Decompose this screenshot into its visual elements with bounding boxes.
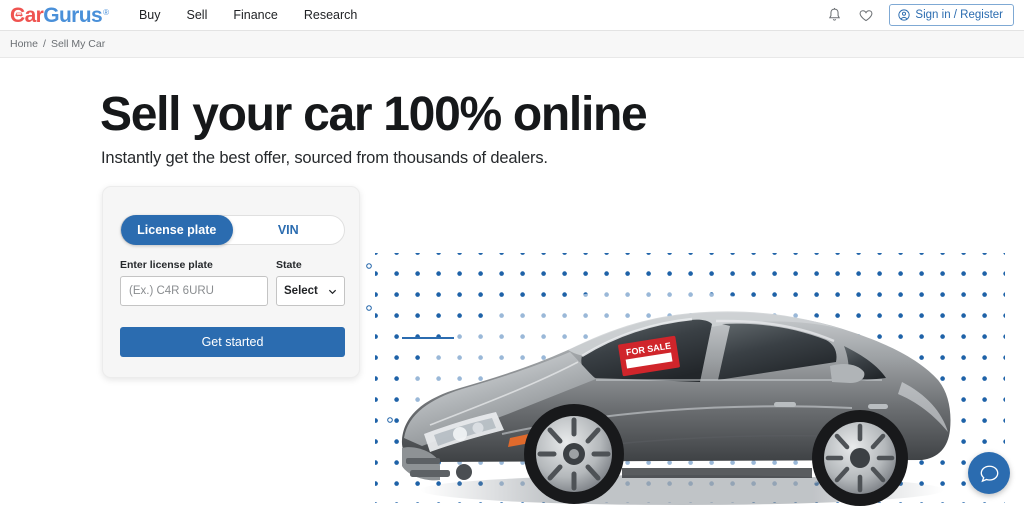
car-icon	[15, 12, 22, 17]
cargurus-logo[interactable]: Car Gurus ®	[10, 5, 109, 26]
page-root: Car Gurus ® Buy Sell Finance Research Si…	[0, 0, 1024, 508]
sign-in-register-button[interactable]: Sign in / Register	[889, 4, 1014, 26]
chat-bubble-icon	[980, 465, 998, 482]
front-wheel	[524, 404, 624, 504]
rear-wheel	[812, 410, 908, 506]
logo-trademark: ®	[103, 7, 109, 17]
tab-vin[interactable]: VIN	[233, 215, 345, 245]
state-field-group: State Select	[276, 259, 345, 306]
primary-nav: Buy Sell Finance Research	[139, 8, 357, 22]
header-actions: Sign in / Register	[825, 4, 1014, 26]
license-plate-field-group: Enter license plate	[120, 259, 268, 306]
sign-in-label: Sign in / Register	[915, 9, 1003, 21]
chevron-down-icon	[328, 289, 337, 294]
lookup-method-toggle: License plate VIN	[120, 215, 345, 245]
state-label: State	[276, 259, 302, 271]
user-circle-icon	[898, 9, 911, 21]
chat-widget-button[interactable]	[968, 452, 1010, 494]
lookup-fields: Enter license plate State Select	[120, 259, 345, 306]
hero-illustration: FOR SALE	[352, 250, 1024, 508]
tab-license-plate[interactable]: License plate	[121, 215, 233, 245]
get-started-button[interactable]: Get started	[120, 327, 345, 357]
page-subtitle: Instantly get the best offer, sourced fr…	[101, 149, 548, 167]
site-header: Car Gurus ® Buy Sell Finance Research Si…	[0, 0, 1024, 31]
logo-text-gurus: Gurus	[43, 3, 103, 27]
page-title: Sell your car 100% online	[100, 88, 648, 141]
state-selected-value: Select	[284, 285, 318, 297]
heart-icon[interactable]	[857, 6, 875, 24]
nav-item-finance[interactable]: Finance	[233, 8, 277, 22]
state-select[interactable]: Select	[276, 276, 345, 306]
breadcrumb: Home / Sell My Car	[0, 31, 1024, 58]
breadcrumb-current: Sell My Car	[50, 38, 106, 50]
nav-item-buy[interactable]: Buy	[139, 8, 161, 22]
car-photo: FOR SALE	[401, 311, 951, 506]
license-plate-label: Enter license plate	[120, 259, 213, 271]
sell-car-form-card: License plate VIN Enter license plate St…	[102, 186, 360, 378]
bell-icon[interactable]	[825, 6, 843, 24]
nav-item-research[interactable]: Research	[304, 8, 358, 22]
nav-item-sell[interactable]: Sell	[187, 8, 208, 22]
breadcrumb-home[interactable]: Home	[10, 38, 38, 50]
license-plate-input[interactable]	[120, 276, 268, 306]
breadcrumb-separator: /	[43, 38, 46, 50]
